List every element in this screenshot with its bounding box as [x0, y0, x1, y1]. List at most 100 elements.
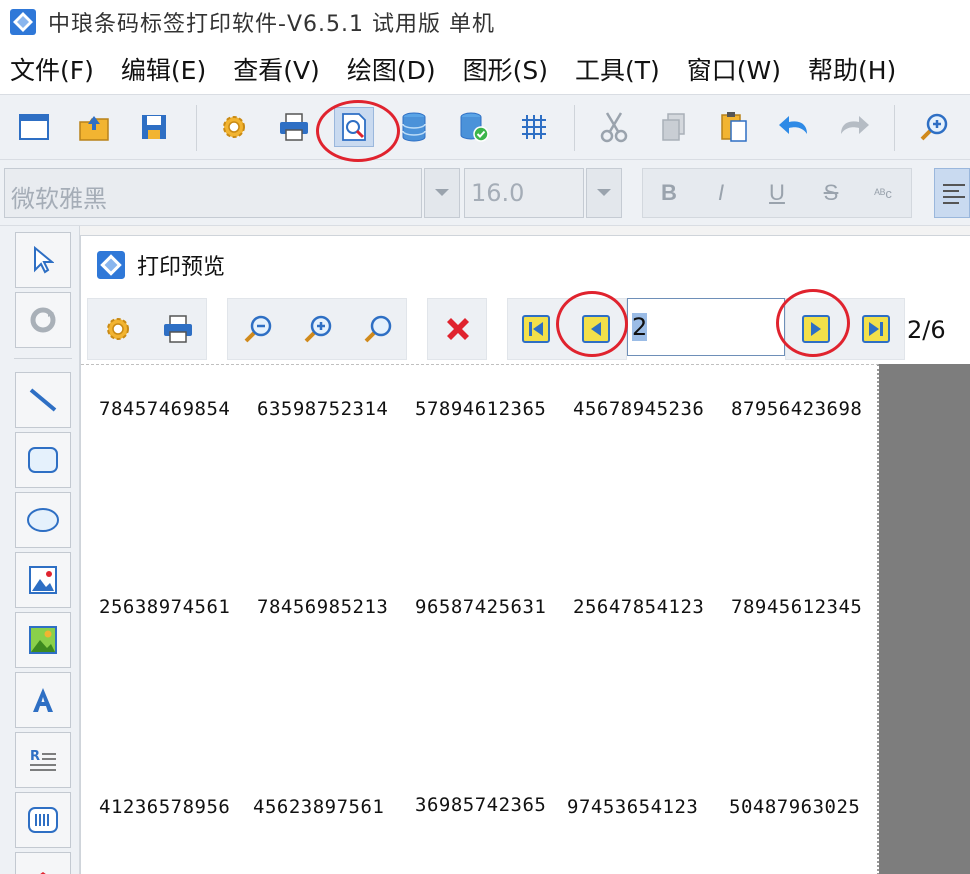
menu-view[interactable]: 查看(V): [233, 51, 320, 87]
print-icon: [164, 315, 192, 343]
open-folder-icon: [79, 116, 109, 141]
menu-help[interactable]: 帮助(H): [808, 51, 896, 87]
menu-bar: 文件(F) 编辑(E) 查看(V) 绘图(D) 图形(S) 工具(T) 窗口(W…: [0, 44, 970, 94]
label-number: 45678945236: [573, 398, 705, 420]
grid-button[interactable]: [514, 107, 554, 147]
print-button[interactable]: [274, 107, 314, 147]
menu-draw[interactable]: 绘图(D): [347, 51, 436, 87]
rich-text-tool[interactable]: R: [15, 732, 71, 788]
paste-button[interactable]: [714, 107, 754, 147]
app-window: 中琅条码标签打印软件-V6.5.1 试用版 单机 文件(F) 编辑(E) 查看(…: [0, 0, 970, 874]
zoom-fit-button[interactable]: [359, 310, 397, 348]
rich-text-icon: R: [30, 749, 56, 771]
app-logo-icon: [97, 251, 125, 279]
zoom-out-icon: [244, 315, 272, 343]
text-a-icon: [33, 688, 53, 712]
close-preview-button[interactable]: [439, 310, 477, 348]
page-number-input[interactable]: 2: [627, 298, 785, 356]
copy-button[interactable]: [654, 107, 694, 147]
database-button[interactable]: [394, 107, 434, 147]
preview-settings-button[interactable]: [99, 310, 137, 348]
database-connect-button[interactable]: [454, 107, 494, 147]
select-tool[interactable]: [15, 232, 71, 288]
picture-tool[interactable]: [15, 612, 71, 668]
font-name-dropdown[interactable]: [424, 168, 460, 218]
bold-button[interactable]: B: [652, 176, 686, 210]
save-icon: [142, 115, 166, 139]
rectangle-tool[interactable]: [15, 432, 71, 488]
page-count: 2/6: [907, 316, 946, 344]
preview-print-button[interactable]: [159, 310, 197, 348]
zoom-in-icon: [304, 315, 332, 343]
label-number: 45623897561: [253, 796, 385, 818]
window-title: 中琅条码标签打印软件-V6.5.1 试用版 单机: [48, 12, 495, 37]
line-tool[interactable]: [15, 372, 71, 428]
barcode-tool[interactable]: [15, 792, 71, 848]
label-number: 78456985213: [257, 596, 389, 618]
new-document-button[interactable]: [14, 107, 54, 147]
preview-title: 打印预览: [137, 255, 226, 280]
database-connect-icon: [460, 112, 489, 142]
zoom-out-button[interactable]: [239, 310, 277, 348]
print-icon: [280, 113, 308, 141]
font-name-select[interactable]: 微软雅黑: [4, 168, 422, 218]
grid-icon: [522, 115, 546, 139]
line-icon: [29, 388, 57, 412]
menu-tools[interactable]: 工具(T): [575, 51, 660, 87]
zoom-button[interactable]: [914, 107, 954, 147]
close-icon: [447, 318, 469, 340]
label-number: 78457469854: [99, 398, 231, 420]
new-document-icon: [19, 114, 49, 140]
shape-icon: [40, 872, 46, 874]
preview-canvas[interactable]: 78457469854 63598752314 57894612365 4567…: [81, 364, 970, 874]
italic-button[interactable]: I: [704, 176, 738, 210]
undo-icon: [779, 116, 807, 134]
label-number: 50487963025: [729, 796, 861, 818]
svg-text:R: R: [30, 749, 40, 764]
magnifier-icon: [364, 315, 392, 343]
underline-button[interactable]: U: [760, 176, 794, 210]
app-logo-icon: [10, 9, 36, 35]
barcode-icon: [28, 807, 58, 833]
menu-edit[interactable]: 编辑(E): [121, 51, 206, 87]
main-toolbar: [0, 94, 970, 160]
copy-icon: [662, 113, 685, 141]
special-format-button[interactable]: ᴬᴮc: [866, 176, 900, 210]
first-page-button[interactable]: [517, 310, 555, 348]
ellipse-icon: [27, 508, 59, 532]
save-button[interactable]: [134, 107, 174, 147]
rotate-icon: [30, 307, 56, 333]
open-button[interactable]: [74, 107, 114, 147]
paste-icon: [721, 112, 747, 142]
label-number: 25638974561: [99, 596, 231, 618]
cut-button[interactable]: [594, 107, 634, 147]
cursor-arrow-icon: [34, 246, 54, 274]
rounded-rectangle-icon: [28, 447, 58, 473]
chevron-down-icon: [435, 189, 449, 196]
text-tool[interactable]: [15, 672, 71, 728]
label-number: 25647854123: [573, 596, 705, 618]
first-page-icon: [522, 315, 550, 343]
menu-window[interactable]: 窗口(W): [687, 51, 781, 87]
last-page-icon: [862, 315, 890, 343]
settings-icon: [107, 318, 129, 340]
font-size-select[interactable]: 16.0: [464, 168, 584, 218]
shape-tool[interactable]: [15, 852, 71, 874]
align-button[interactable]: [934, 168, 970, 218]
settings-button[interactable]: [214, 107, 254, 147]
cut-icon: [600, 112, 628, 143]
last-page-button[interactable]: [857, 310, 895, 348]
font-size-dropdown[interactable]: [586, 168, 622, 218]
strikethrough-button[interactable]: S: [814, 176, 848, 210]
image-tool[interactable]: [15, 552, 71, 608]
rotate-tool[interactable]: [15, 292, 71, 348]
menu-file[interactable]: 文件(F): [10, 51, 94, 87]
label-number: 96587425631: [415, 596, 547, 618]
preview-page: 78457469854 63598752314 57894612365 4567…: [81, 364, 879, 874]
ellipse-tool[interactable]: [15, 492, 71, 548]
font-toolbar: 微软雅黑 16.0 B I U S ᴬᴮc: [0, 160, 970, 226]
undo-button[interactable]: [774, 107, 814, 147]
zoom-in-button[interactable]: [299, 310, 337, 348]
redo-button[interactable]: [834, 107, 874, 147]
menu-shape[interactable]: 图形(S): [463, 51, 548, 87]
